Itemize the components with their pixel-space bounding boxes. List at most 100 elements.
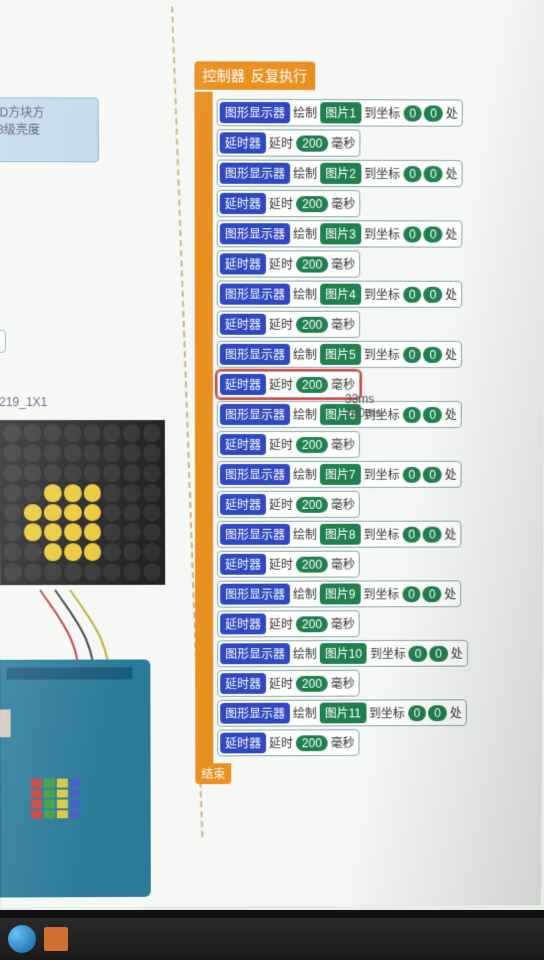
to-coord-label: 到坐标 — [363, 346, 401, 363]
delay-label: 延时 — [268, 134, 294, 151]
coord-x[interactable]: 0 — [409, 645, 428, 661]
loop-body: 图形显示器绘制图片1到坐标00处延时器延时200毫秒图形显示器绘制图片2到坐标0… — [194, 92, 536, 764]
comment-line: 选8级亮度 — [0, 121, 92, 138]
draw-image-block[interactable]: 图形显示器绘制图片11到坐标00处 — [217, 699, 466, 726]
image-pill[interactable]: 图片2 — [320, 163, 361, 184]
draw-image-block[interactable]: 图形显示器绘制图片9到坐标00处 — [217, 580, 461, 607]
image-pill[interactable]: 图片8 — [320, 524, 361, 545]
delay-value[interactable]: 200 — [296, 135, 328, 151]
arduino-board[interactable] — [0, 659, 151, 897]
delay-block[interactable]: 延时器延时200毫秒 — [217, 551, 360, 578]
timer-pill: 延时器 — [220, 494, 266, 515]
draw-image-block[interactable]: 图形显示器绘制图片10到坐标00处 — [217, 640, 468, 667]
to-coord-label: 到坐标 — [368, 704, 406, 721]
coord-y[interactable]: 0 — [423, 526, 442, 542]
draw-image-block[interactable]: 图形显示器绘制图片3到坐标00处 — [217, 220, 463, 248]
to-coord-label: 到坐标 — [362, 585, 400, 602]
delay-block[interactable]: 延时器延时200毫秒 — [217, 190, 361, 217]
timer-pill: 延时器 — [220, 314, 266, 335]
coord-x[interactable]: 0 — [403, 346, 422, 362]
loop-footer-block[interactable]: 结束 — [195, 763, 231, 784]
delay-block[interactable]: 延时器延时200毫秒 — [217, 129, 361, 157]
delay-block[interactable]: 延时器延时200毫秒 — [217, 670, 359, 697]
image-pill[interactable]: 图片11 — [320, 703, 366, 724]
draw-image-block[interactable]: 图形显示器绘制图片1到坐标00处 — [217, 99, 463, 127]
draw-label: 绘制 — [292, 104, 318, 121]
delay-value[interactable]: 200 — [296, 436, 328, 452]
coord-suffix: 处 — [0, 333, 1, 350]
coord-y[interactable]: 0 — [428, 705, 447, 721]
delay-block[interactable]: 延时器延时200毫秒 — [217, 250, 361, 277]
ms-label: 毫秒 — [330, 135, 356, 152]
image-pill[interactable]: 图片3 — [320, 223, 361, 244]
coord-x[interactable]: 0 — [403, 226, 422, 242]
delay-value[interactable]: 200 — [296, 196, 328, 212]
delay-value[interactable]: 200 — [296, 616, 328, 632]
device-pill: 图形显示器 — [220, 284, 290, 305]
to-coord-label: 到坐标 — [362, 526, 400, 543]
timer-pill: 延时器 — [220, 132, 266, 153]
draw-image-block[interactable]: 图形显示器绘制图片7到坐标00处 — [217, 461, 462, 488]
image-pill[interactable]: 图片10 — [320, 643, 367, 664]
delay-value[interactable]: 200 — [296, 316, 328, 332]
taskbar-app-icon[interactable] — [44, 927, 68, 951]
delay-block[interactable]: 延时器延时200毫秒 — [217, 371, 360, 398]
coord-x[interactable]: 0 — [403, 165, 422, 181]
draw-label: 绘制 — [292, 586, 318, 603]
partial-block-left[interactable]: 坐标 0 0 处 — [0, 330, 6, 353]
draw-image-block[interactable]: 图形显示器绘制图片2到坐标00处 — [217, 160, 463, 188]
delay-value[interactable]: 200 — [296, 496, 328, 512]
draw-image-block[interactable]: 图形显示器绘制图片5到坐标00处 — [217, 341, 462, 368]
image-pill[interactable]: 图片4 — [320, 284, 361, 305]
ms-label: 毫秒 — [330, 195, 356, 212]
coord-y[interactable]: 0 — [424, 166, 443, 182]
coord-y[interactable]: 0 — [424, 226, 443, 242]
hint-line: 200ms — [345, 406, 381, 420]
delay-block[interactable]: 延时器延时200毫秒 — [217, 610, 360, 637]
coord-y[interactable]: 0 — [424, 286, 443, 302]
timer-pill: 延时器 — [220, 732, 266, 753]
coord-x[interactable]: 0 — [402, 526, 421, 542]
taskbar[interactable] — [0, 918, 544, 960]
delay-value[interactable]: 200 — [296, 675, 328, 691]
delay-block[interactable]: 延时器延时200毫秒 — [217, 311, 360, 338]
delay-block[interactable]: 延时器延时200毫秒 — [217, 431, 360, 458]
delay-block[interactable]: 延时器延时200毫秒 — [217, 491, 360, 518]
module-label: 219_1X1 — [0, 395, 47, 409]
delay-value[interactable]: 200 — [296, 556, 328, 572]
coord-y[interactable]: 0 — [423, 406, 442, 422]
delay-block[interactable]: 延时器延时200毫秒 — [217, 729, 359, 756]
draw-label: 绘制 — [292, 466, 318, 483]
device-pill: 图形显示器 — [220, 703, 290, 724]
coord-y[interactable]: 0 — [424, 105, 443, 121]
controller-label: 控制器 — [203, 67, 245, 83]
image-pill[interactable]: 图片9 — [320, 583, 361, 604]
coord-y[interactable]: 0 — [429, 645, 448, 661]
delay-value[interactable]: 200 — [296, 735, 328, 751]
coord-x[interactable]: 0 — [403, 466, 422, 482]
loop-label: 反复执行 — [251, 68, 307, 84]
delay-value[interactable]: 200 — [296, 376, 328, 392]
coord-y[interactable]: 0 — [423, 466, 442, 482]
loop-header-block[interactable]: 控制器 反复执行 — [194, 61, 315, 90]
coord-x[interactable]: 0 — [403, 286, 422, 302]
delay-label: 延时 — [268, 195, 294, 212]
draw-image-block[interactable]: 图形显示器绘制图片8到坐标00处 — [217, 521, 462, 548]
coord-y[interactable]: 0 — [423, 346, 442, 362]
coord-x[interactable]: 0 — [403, 406, 422, 422]
image-pill[interactable]: 图片1 — [320, 102, 361, 123]
coord-x[interactable]: 0 — [403, 105, 422, 121]
draw-image-block[interactable]: 图形显示器绘制图片6到坐标00处 — [217, 401, 462, 428]
draw-image-block[interactable]: 图形显示器绘制图片4到坐标00处 — [217, 281, 463, 308]
draw-label: 绘制 — [292, 286, 318, 303]
coord-y[interactable]: 0 — [423, 586, 442, 602]
coord-x[interactable]: 0 — [408, 705, 427, 721]
delay-label: 延时 — [268, 675, 294, 692]
image-pill[interactable]: 图片7 — [320, 464, 361, 485]
delay-label: 延时 — [268, 376, 294, 393]
led-matrix-preview[interactable] — [0, 420, 165, 585]
coord-x[interactable]: 0 — [402, 586, 421, 602]
delay-value[interactable]: 200 — [296, 256, 328, 272]
start-orb-icon[interactable] — [8, 925, 36, 953]
image-pill[interactable]: 图片5 — [320, 344, 361, 365]
